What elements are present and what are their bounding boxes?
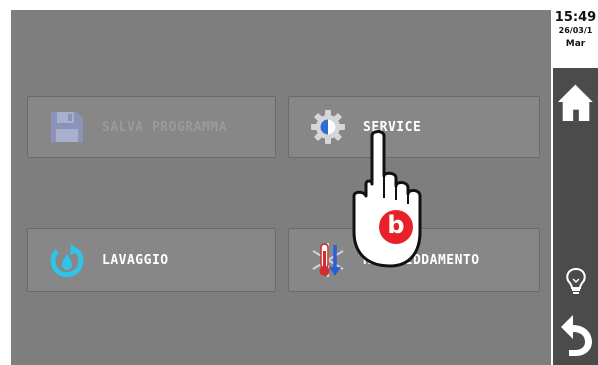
sidebar: 15:49 26/03/1 Mar [553, 0, 598, 365]
gear-icon [307, 109, 349, 145]
wash-button[interactable]: LAVAGGIO [27, 228, 276, 292]
save-program-button[interactable]: SALVA PROGRAMMA [27, 96, 276, 158]
floppy-disk-icon [46, 109, 88, 145]
save-program-label: SALVA PROGRAMMA [102, 119, 227, 135]
clock-day: Mar [565, 39, 586, 49]
clock-panel: 15:49 26/03/1 Mar [553, 0, 598, 68]
thermometer-snowflake-icon [307, 242, 349, 278]
tap-hand-overlay: b [344, 128, 444, 270]
rinse-cycle-icon [46, 242, 88, 278]
lightbulb-icon[interactable] [557, 262, 595, 302]
main-screen [11, 10, 551, 365]
wash-label: LAVAGGIO [102, 252, 169, 268]
clock-date: 26/03/1 [558, 26, 593, 35]
clock-time: 15:49 [554, 10, 597, 25]
home-icon[interactable] [557, 80, 595, 124]
badge-letter: b [387, 211, 405, 239]
back-arrow-icon[interactable] [557, 310, 595, 358]
